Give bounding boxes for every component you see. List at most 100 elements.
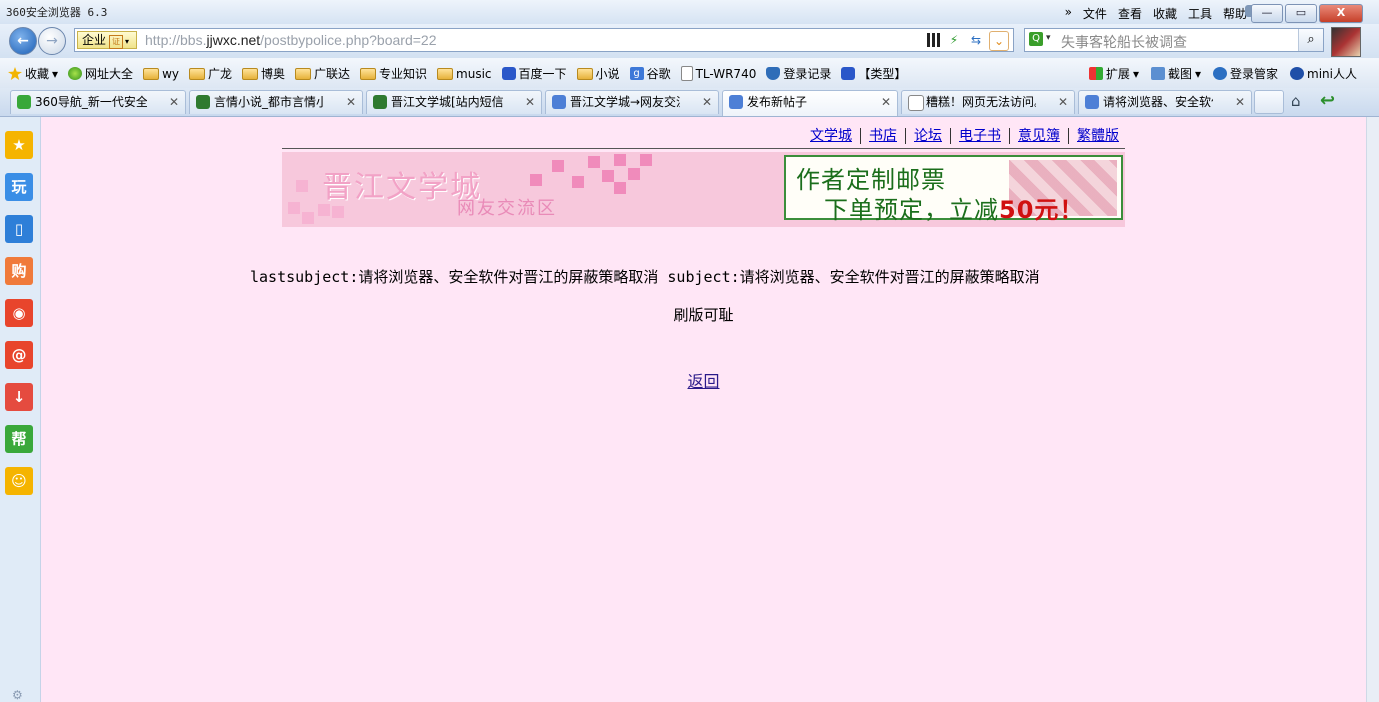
- screenshot-label: 截图: [1167, 67, 1192, 81]
- favorite-item[interactable]: wy: [143, 67, 179, 81]
- chevron-down-icon[interactable]: ▾: [52, 67, 58, 81]
- close-tab-icon[interactable]: ✕: [346, 91, 356, 113]
- tab-3[interactable]: 晋江文学城[站内短信] ✕: [366, 90, 542, 114]
- banner-decoration: [552, 160, 564, 172]
- favorite-label: wy: [162, 66, 179, 81]
- dropdown-icon[interactable]: ⌄: [989, 31, 1009, 51]
- screenshot-button[interactable]: 截图 ▾: [1150, 65, 1201, 82]
- favorite-item[interactable]: 收藏 ▾: [8, 65, 58, 82]
- menu-more[interactable]: »: [1065, 5, 1072, 22]
- new-tab-button[interactable]: [1254, 90, 1284, 114]
- link-traditional[interactable]: 繁體版: [1068, 128, 1127, 144]
- shopping-icon[interactable]: 购: [5, 257, 33, 285]
- menu-tools[interactable]: 工具: [1188, 5, 1212, 22]
- extensions-button[interactable]: 扩展 ▾: [1088, 65, 1139, 82]
- favorite-item[interactable]: 小说: [576, 65, 620, 82]
- search-button[interactable]: ⌕: [1298, 29, 1323, 51]
- favorite-item[interactable]: TL-WR740: [680, 66, 757, 81]
- close-tab-icon[interactable]: ✕: [1235, 91, 1245, 113]
- favorite-item[interactable]: 【类型】: [841, 65, 906, 82]
- menu-file[interactable]: 文件: [1083, 5, 1107, 22]
- favorite-item[interactable]: 广龙: [188, 65, 232, 82]
- close-tab-icon[interactable]: ✕: [525, 91, 535, 113]
- search-input[interactable]: 失事客轮船长被调查: [1061, 32, 1187, 52]
- banner-decoration: [614, 182, 626, 194]
- login-manager-button[interactable]: 登录管家: [1213, 65, 1278, 82]
- enterprise-cert-badge[interactable]: 企业证 ▾: [77, 31, 137, 49]
- favorite-label: TL-WR740: [695, 66, 757, 81]
- stamp-ad-banner[interactable]: 作者定制邮票 下单预定，立减50元！: [784, 155, 1123, 224]
- folder-icon: [437, 67, 454, 80]
- favorite-item[interactable]: g 谷歌: [629, 65, 671, 82]
- menu-help[interactable]: 帮助: [1223, 5, 1247, 22]
- search-engine-icon[interactable]: Q: [1029, 32, 1043, 46]
- mini-renren-button[interactable]: mini人人: [1290, 65, 1357, 82]
- favorite-item[interactable]: 网址大全: [68, 65, 133, 82]
- close-tab-icon[interactable]: ✕: [702, 91, 712, 113]
- link-feedback[interactable]: 意见簿: [1009, 128, 1068, 144]
- user-avatar[interactable]: [1331, 27, 1361, 57]
- favorite-item[interactable]: music: [437, 67, 492, 81]
- search-box[interactable]: Q ▾ 失事客轮船长被调查 ⌕: [1024, 28, 1324, 52]
- close-button[interactable]: X: [1319, 4, 1363, 23]
- undo-close-tab-icon[interactable]: ↩: [1320, 90, 1335, 111]
- help-icon[interactable]: 帮: [5, 425, 33, 453]
- folder-icon: [242, 67, 258, 80]
- tab-2[interactable]: 言情小说_都市言情小i ✕: [189, 90, 363, 114]
- forward-button[interactable]: →: [38, 27, 66, 55]
- maximize-button[interactable]: ▭: [1285, 4, 1317, 23]
- compat-mode-icon[interactable]: ⇆: [967, 31, 985, 49]
- g-icon: g: [629, 67, 644, 80]
- mail-icon[interactable]: @: [5, 341, 33, 369]
- favorite-item[interactable]: 百度一下: [501, 65, 567, 82]
- tab-4[interactable]: 晋江文学城→网友交流 ✕: [545, 90, 719, 114]
- favorites-list: 收藏 ▾ 网址大全 wy 广龙 博奥 广联达 专业知识 music 百度一下 小说 g 谷歌 TL-WR…: [8, 65, 906, 82]
- banner-decoration: [302, 212, 314, 224]
- tab-7[interactable]: 请将浏览器、安全软件 ✕: [1078, 90, 1252, 114]
- close-tab-icon[interactable]: ✕: [169, 91, 179, 113]
- tab-1[interactable]: 360导航_新一代安全上 ✕: [10, 90, 186, 114]
- link-literature-city[interactable]: 文学城: [810, 128, 860, 144]
- favorite-label: 登录记录: [783, 67, 832, 81]
- play-icon[interactable]: 玩: [5, 173, 33, 201]
- tab-favicon-icon: [552, 95, 566, 109]
- back-button[interactable]: ←: [9, 27, 37, 55]
- tab-5[interactable]: 发布新帖子 ✕: [722, 90, 898, 116]
- close-tab-icon[interactable]: ✕: [881, 91, 891, 113]
- book-icon[interactable]: ▯: [5, 215, 33, 243]
- settings-gear-icon[interactable]: ⚙: [12, 688, 23, 702]
- link-ebook[interactable]: 电子书: [950, 128, 1009, 144]
- tab-favicon-icon: [196, 95, 210, 109]
- key-icon: [1213, 67, 1228, 80]
- speed-mode-icon[interactable]: ⚡: [945, 31, 963, 49]
- extensions-icon: [1088, 67, 1103, 80]
- close-tab-icon[interactable]: ✕: [1058, 91, 1068, 113]
- vertical-scrollbar[interactable]: [1366, 117, 1379, 702]
- menu-view[interactable]: 查看: [1118, 5, 1142, 22]
- message-subject: lastsubject:请将浏览器、安全软件对晋江的屏蔽策略取消 subject…: [250, 268, 1040, 286]
- minimize-button[interactable]: —: [1251, 4, 1283, 23]
- url-text[interactable]: http://bbs.jjwxc.net/postbypolice.php?bo…: [145, 32, 436, 48]
- favorites-star-icon[interactable]: ★: [5, 131, 33, 159]
- favorite-item[interactable]: 广联达: [295, 65, 350, 82]
- menu-favorites[interactable]: 收藏: [1153, 5, 1177, 22]
- banner-decoration: [296, 180, 308, 192]
- qrcode-icon[interactable]: [927, 33, 941, 47]
- favorite-item[interactable]: 登录记录: [766, 65, 831, 82]
- back-link[interactable]: 返回: [687, 372, 719, 391]
- smile-icon[interactable]: ☺: [5, 467, 33, 495]
- address-bar[interactable]: 企业证 ▾ http://bbs.jjwxc.net/postbypolice.p…: [74, 28, 1014, 52]
- tab-6[interactable]: 糟糕！网页无法访问。 ✕: [901, 90, 1075, 114]
- favorite-label: 百度一下: [518, 67, 567, 81]
- link-forum[interactable]: 论坛: [905, 128, 950, 144]
- favorite-label: 网址大全: [85, 67, 134, 81]
- cert-label: 企业: [82, 33, 107, 47]
- favorite-item[interactable]: 博奥: [242, 65, 285, 82]
- tab-label: 发布新帖子: [747, 95, 808, 109]
- favorite-item[interactable]: 专业知识: [360, 65, 427, 82]
- link-bookstore[interactable]: 书店: [860, 128, 905, 144]
- home-icon[interactable]: ⌂: [1291, 92, 1301, 110]
- mini-renren-label: mini人人: [1307, 67, 1357, 81]
- chevron-down-icon[interactable]: ▾: [1046, 33, 1051, 43]
- banner-decoration: [530, 174, 542, 186]
